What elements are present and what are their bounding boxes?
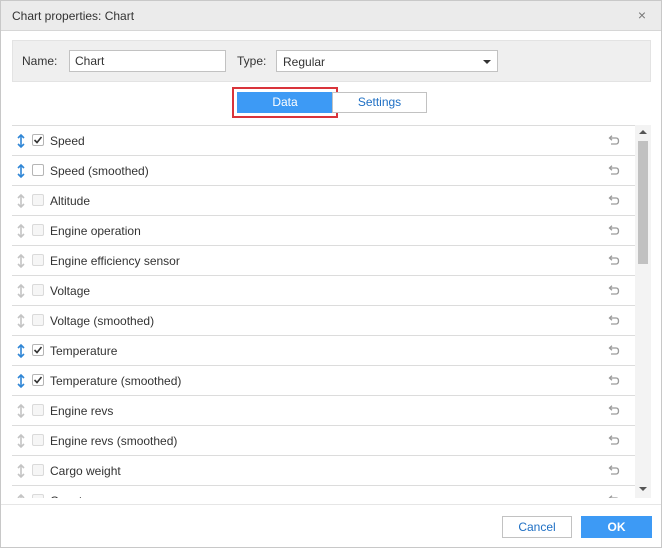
reset-icon[interactable] bbox=[606, 375, 620, 387]
drag-handle-icon[interactable] bbox=[16, 163, 26, 179]
dialog-titlebar: Chart properties: Chart × bbox=[1, 1, 661, 31]
list-item[interactable]: Temperature bbox=[12, 336, 635, 366]
reset-icon[interactable] bbox=[606, 165, 620, 177]
series-label: Engine revs (smoothed) bbox=[50, 434, 178, 448]
list-item[interactable]: Counter sensors bbox=[12, 486, 635, 498]
reset-icon[interactable] bbox=[606, 435, 620, 447]
series-label: Temperature (smoothed) bbox=[50, 374, 182, 388]
reset-icon[interactable] bbox=[606, 405, 620, 417]
drag-handle-icon[interactable] bbox=[16, 193, 26, 209]
reset-icon[interactable] bbox=[606, 315, 620, 327]
drag-handle-icon[interactable] bbox=[16, 493, 26, 498]
list-item[interactable]: Engine efficiency sensor bbox=[12, 246, 635, 276]
series-checkbox[interactable] bbox=[32, 314, 44, 326]
ok-button[interactable]: OK bbox=[581, 516, 652, 538]
drag-handle-icon[interactable] bbox=[16, 463, 26, 479]
series-checkbox[interactable] bbox=[32, 194, 44, 206]
properties-bar: Name: Type: Regular bbox=[12, 40, 651, 82]
drag-handle-icon[interactable] bbox=[16, 343, 26, 359]
reset-icon[interactable] bbox=[606, 135, 620, 147]
name-input[interactable] bbox=[69, 50, 226, 72]
chart-properties-dialog: Chart properties: Chart × Name: Type: Re… bbox=[0, 0, 662, 548]
series-label: Temperature bbox=[50, 344, 118, 358]
list-item[interactable]: Temperature (smoothed) bbox=[12, 366, 635, 396]
series-label: Engine revs bbox=[50, 404, 114, 418]
drag-handle-icon[interactable] bbox=[16, 283, 26, 299]
footer-divider bbox=[1, 504, 661, 505]
list-item[interactable]: Speed (smoothed) bbox=[12, 156, 635, 186]
series-checkbox[interactable] bbox=[32, 164, 44, 176]
drag-handle-icon[interactable] bbox=[16, 373, 26, 389]
series-checkbox[interactable] bbox=[32, 254, 44, 266]
cancel-button[interactable]: Cancel bbox=[502, 516, 572, 538]
tab-settings[interactable]: Settings bbox=[332, 92, 427, 113]
list-item[interactable]: Engine operation bbox=[12, 216, 635, 246]
close-icon[interactable]: × bbox=[636, 8, 648, 22]
list-item[interactable]: Voltage (smoothed) bbox=[12, 306, 635, 336]
drag-handle-icon[interactable] bbox=[16, 403, 26, 419]
list-item[interactable]: Cargo weight bbox=[12, 456, 635, 486]
reset-icon[interactable] bbox=[606, 285, 620, 297]
list-item[interactable]: Altitude bbox=[12, 186, 635, 216]
series-label: Speed bbox=[50, 134, 85, 148]
series-checkbox[interactable] bbox=[32, 404, 44, 416]
series-label: Engine operation bbox=[50, 224, 141, 238]
series-label: Counter sensors bbox=[50, 494, 138, 498]
chevron-down-icon bbox=[483, 60, 491, 64]
drag-handle-icon[interactable] bbox=[16, 223, 26, 239]
series-checkbox[interactable] bbox=[32, 494, 44, 498]
dialog-title: Chart properties: Chart bbox=[12, 9, 135, 23]
drag-handle-icon[interactable] bbox=[16, 133, 26, 149]
tab-data[interactable]: Data bbox=[237, 92, 333, 113]
series-checkbox[interactable] bbox=[32, 284, 44, 296]
scroll-down-icon[interactable] bbox=[639, 487, 647, 491]
drag-handle-icon[interactable] bbox=[16, 433, 26, 449]
type-select-value: Regular bbox=[283, 55, 326, 69]
scroll-up-icon[interactable] bbox=[639, 130, 647, 134]
series-label: Voltage (smoothed) bbox=[50, 314, 155, 328]
reset-icon[interactable] bbox=[606, 465, 620, 477]
series-checkbox[interactable] bbox=[32, 344, 44, 356]
series-label: Voltage bbox=[50, 284, 91, 298]
reset-icon[interactable] bbox=[606, 495, 620, 498]
drag-handle-icon[interactable] bbox=[16, 253, 26, 269]
series-checkbox[interactable] bbox=[32, 134, 44, 146]
series-checkbox[interactable] bbox=[32, 434, 44, 446]
series-label: Altitude bbox=[50, 194, 91, 208]
reset-icon[interactable] bbox=[606, 345, 620, 357]
reset-icon[interactable] bbox=[606, 255, 620, 267]
series-label: Engine efficiency sensor bbox=[50, 254, 180, 268]
series-label: Cargo weight bbox=[50, 464, 121, 478]
series-checkbox[interactable] bbox=[32, 374, 44, 386]
reset-icon[interactable] bbox=[606, 225, 620, 237]
reset-icon[interactable] bbox=[606, 195, 620, 207]
list-item[interactable]: Speed bbox=[12, 126, 635, 156]
type-label: Type: bbox=[237, 54, 267, 68]
list-item[interactable]: Voltage bbox=[12, 276, 635, 306]
list-item[interactable]: Engine revs (smoothed) bbox=[12, 426, 635, 456]
data-series-list: Speed Speed (smoothed) Altitude Engine oper… bbox=[12, 125, 651, 498]
drag-handle-icon[interactable] bbox=[16, 313, 26, 329]
series-checkbox[interactable] bbox=[32, 224, 44, 236]
type-select[interactable]: Regular bbox=[276, 50, 498, 72]
scrollbar-thumb[interactable] bbox=[638, 141, 648, 264]
name-label: Name: bbox=[22, 54, 58, 68]
list-item[interactable]: Engine revs bbox=[12, 396, 635, 426]
series-checkbox[interactable] bbox=[32, 464, 44, 476]
series-label: Speed (smoothed) bbox=[50, 164, 149, 178]
list-scrollbar[interactable] bbox=[635, 125, 651, 498]
